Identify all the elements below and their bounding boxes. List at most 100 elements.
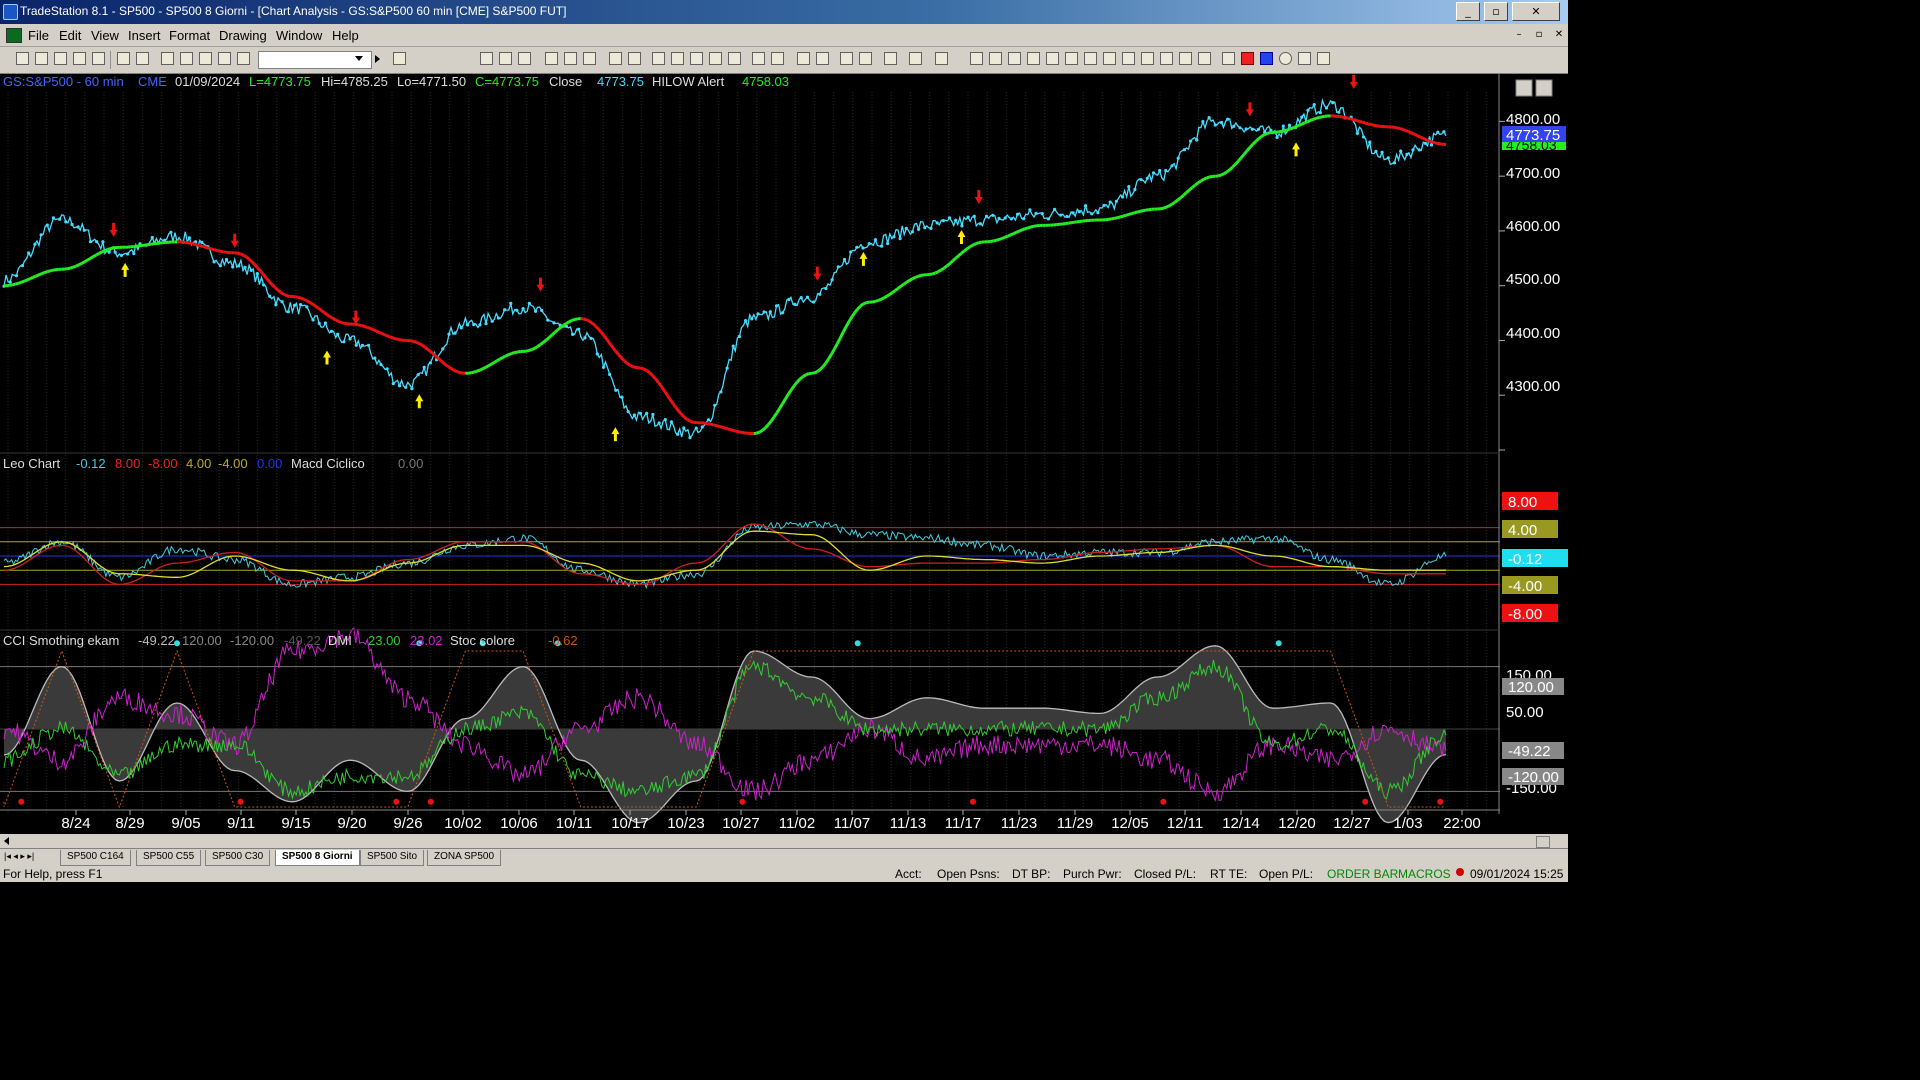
zoom-out-icon[interactable]	[816, 52, 829, 65]
cursor-icon[interactable]	[840, 52, 853, 65]
ma-segment-down	[372, 328, 377, 333]
window-icon[interactable]	[161, 52, 174, 65]
strategy-icon[interactable]	[564, 52, 577, 65]
chart-canvas[interactable]: GS:S&P500 - 60 min CME 01/09/2024 L=4773…	[0, 74, 1568, 834]
refresh-icon[interactable]	[583, 52, 596, 65]
text-icon[interactable]	[1317, 52, 1330, 65]
gann-icon[interactable]	[1084, 52, 1097, 65]
menu-format[interactable]: Format	[169, 28, 210, 43]
bar2-icon[interactable]	[709, 52, 722, 65]
ma-segment-down	[381, 332, 386, 337]
chart-style-icon[interactable]	[480, 52, 493, 65]
status-order-bar[interactable]: ORDER BAR	[1327, 867, 1398, 881]
bar-icon[interactable]	[690, 52, 703, 65]
alert-icon[interactable]	[652, 52, 665, 65]
rectangle-icon[interactable]	[1298, 52, 1311, 65]
tab-zona-sp500[interactable]: ZONA SP500	[427, 850, 502, 866]
indicator-icon[interactable]	[545, 52, 558, 65]
tools-icon[interactable]	[884, 52, 897, 65]
date-axis-label: 12/05	[1111, 815, 1149, 832]
ma-segment-up	[1128, 212, 1133, 216]
spacing-icon[interactable]	[752, 52, 765, 65]
horizontal-scrollbar[interactable]	[0, 834, 1568, 848]
fibonacci-icon[interactable]	[1046, 52, 1059, 65]
ma-segment-up	[1111, 216, 1115, 221]
menu-help[interactable]: Help	[332, 28, 359, 43]
arrow-horizontal-icon[interactable]	[1141, 52, 1154, 65]
chevron-down-icon[interactable]	[355, 56, 363, 61]
speed-line-icon[interactable]	[1065, 52, 1078, 65]
spacing2-icon[interactable]	[771, 52, 784, 65]
play-icon[interactable]	[375, 55, 380, 63]
settings-icon[interactable]	[218, 52, 231, 65]
andrews-icon[interactable]	[1103, 52, 1116, 65]
price-bar	[70, 222, 74, 227]
mdi-close-button[interactable]: ✕	[1550, 27, 1568, 43]
menu-window[interactable]: Window	[276, 28, 322, 43]
new-icon[interactable]	[16, 52, 29, 65]
scroll-thumb[interactable]	[1536, 836, 1550, 848]
alert2-icon[interactable]	[671, 52, 684, 65]
print-preview-icon[interactable]	[136, 52, 149, 65]
format-icon[interactable]	[609, 52, 622, 65]
disabled-icon[interactable]	[935, 52, 948, 65]
paste-icon[interactable]	[92, 52, 105, 65]
menu-file[interactable]: File	[28, 28, 49, 43]
tab-sp500-c164[interactable]: SP500 C164	[60, 850, 131, 866]
tab-nav-icon[interactable]: |◂ ◂ ▸ ▸|	[4, 851, 34, 862]
tab-sp500-sito[interactable]: SP500 Sito	[360, 850, 425, 866]
format2-icon[interactable]	[628, 52, 641, 65]
ellipse-icon[interactable]	[1279, 52, 1292, 65]
menu-edit[interactable]: Edit	[59, 28, 81, 43]
ma-segment-up	[1188, 186, 1194, 192]
color-icon[interactable]	[237, 52, 250, 65]
menu-view[interactable]: View	[91, 28, 119, 43]
open-icon[interactable]	[35, 52, 48, 65]
tab-sp500-c30[interactable]: SP500 C30	[205, 850, 271, 866]
ma-segment-up	[975, 241, 980, 246]
bar3-icon[interactable]	[728, 52, 741, 65]
vertical-line-icon[interactable]	[989, 52, 1002, 65]
angle-icon[interactable]	[1122, 52, 1135, 65]
chart-restore-button[interactable]	[1535, 79, 1553, 97]
scroll-left-icon[interactable]	[4, 837, 9, 845]
status-macros[interactable]: MACROS	[1398, 867, 1451, 881]
chart-style2-icon[interactable]	[499, 52, 512, 65]
menu-drawing[interactable]: Drawing	[219, 28, 267, 43]
ma-segment-up	[1171, 200, 1176, 206]
tab-sp500-8-giorni[interactable]: SP500 8 Giorni	[275, 850, 360, 866]
channel-icon[interactable]	[1027, 52, 1040, 65]
save-icon[interactable]	[54, 52, 67, 65]
ma-segment-up	[1254, 137, 1260, 143]
trendline-icon[interactable]	[970, 52, 983, 65]
menu-insert[interactable]: Insert	[128, 28, 161, 43]
pencil-icon[interactable]	[1198, 52, 1211, 65]
print-icon[interactable]	[117, 52, 130, 65]
mdi-minimize-button[interactable]: –	[1510, 27, 1528, 43]
grid-icon[interactable]	[518, 52, 531, 65]
mdi-restore-button[interactable]: ▫	[1530, 27, 1548, 43]
close-button[interactable]: ✕	[1512, 2, 1560, 21]
horizontal-line-icon[interactable]	[1008, 52, 1021, 65]
lock-icon[interactable]	[199, 52, 212, 65]
attach-icon[interactable]	[909, 52, 922, 65]
parallel-icon[interactable]	[1160, 52, 1173, 65]
curve-icon[interactable]	[1222, 52, 1235, 65]
data-tip-icon[interactable]	[859, 52, 872, 65]
arrow-up-icon[interactable]	[1260, 52, 1273, 65]
restore-button[interactable]: ▫	[1484, 2, 1508, 21]
zoom-in-icon[interactable]	[797, 52, 810, 65]
window2-icon[interactable]	[180, 52, 193, 65]
sheet-tabs: |◂ ◂ ▸ ▸| SP500 C164 SP500 C55 SP500 C30…	[0, 848, 1568, 867]
ma-segment-up	[72, 264, 77, 269]
chart-window[interactable]: GS:S&P500 - 60 min CME 01/09/2024 L=4773…	[0, 74, 1568, 834]
copy-icon[interactable]	[73, 52, 86, 65]
find-icon[interactable]	[393, 52, 406, 65]
minimize-button[interactable]: _	[1456, 2, 1480, 21]
tab-sp500-c55[interactable]: SP500 C55	[136, 850, 202, 866]
ma-segment-down	[1353, 118, 1357, 122]
chart-minimize-button[interactable]	[1515, 79, 1533, 97]
arc-icon[interactable]	[1179, 52, 1192, 65]
arrow-down-icon[interactable]	[1241, 52, 1254, 65]
ma-segment-down	[594, 324, 600, 330]
